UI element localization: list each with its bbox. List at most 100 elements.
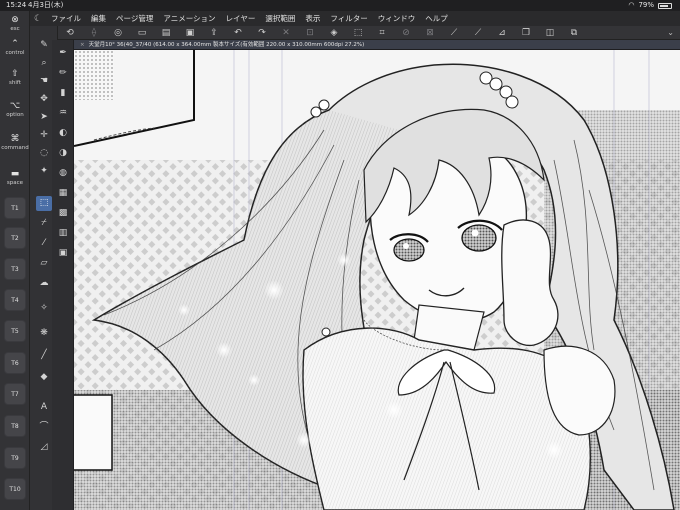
- status-bar: 15:24 4月3日(木) ◠ 79%: [0, 0, 680, 11]
- clear-icon[interactable]: ✕: [274, 28, 298, 38]
- shift-key[interactable]: ⇧ shift: [0, 69, 30, 86]
- deselect-icon[interactable]: ⊘: [394, 28, 418, 38]
- menu-edit[interactable]: 編集: [86, 13, 111, 24]
- esc-icon: ⊗: [11, 15, 19, 25]
- menu-bar: ☾ ファイル 編集 ページ管理 アニメーション レイヤー 選択範囲 表示 フィル…: [30, 11, 680, 26]
- zoom-tool-icon[interactable]: ⌕: [36, 56, 52, 71]
- balloon-tool-icon[interactable]: ⌒: [36, 420, 52, 435]
- option-key[interactable]: ⌥ option: [0, 101, 30, 118]
- layer-copy-icon[interactable]: ❐: [514, 28, 538, 38]
- tkey-t3[interactable]: T3: [4, 258, 26, 280]
- decoration-tool-icon[interactable]: ❋: [36, 326, 52, 341]
- layer-icon[interactable]: ◫: [538, 28, 562, 38]
- snap-icon[interactable]: ⊿: [490, 28, 514, 38]
- command-key[interactable]: ⌘ command: [0, 134, 30, 151]
- transform-icon[interactable]: ⊡: [298, 28, 322, 38]
- menu-animation[interactable]: アニメーション: [158, 13, 220, 24]
- menu-help[interactable]: ヘルプ: [420, 13, 453, 24]
- sub-pen-icon[interactable]: ✒: [55, 46, 71, 61]
- menu-layer[interactable]: レイヤー: [221, 13, 261, 24]
- blend-tool-icon[interactable]: ☁: [36, 276, 52, 291]
- eraser-tool-icon[interactable]: ▱: [36, 256, 52, 271]
- sub-screentone-icon[interactable]: ▩: [55, 206, 71, 221]
- export-icon[interactable]: ⇪: [202, 28, 226, 38]
- shift-icon: ⇧: [11, 69, 19, 79]
- fill-tool-icon[interactable]: ◆: [36, 370, 52, 385]
- tkey-t6[interactable]: T6: [4, 352, 26, 374]
- command-icon: ⌘: [10, 134, 20, 144]
- perspective-icon[interactable]: ⟋: [466, 28, 490, 38]
- fill-icon[interactable]: ◈: [322, 28, 346, 38]
- control-icon: ⌃: [11, 39, 19, 49]
- sub-pencil-icon[interactable]: ✏: [55, 66, 71, 81]
- new-file-icon[interactable]: ▭: [130, 28, 154, 38]
- tkey-t10[interactable]: T10: [4, 478, 26, 500]
- text-tool-icon[interactable]: A: [36, 400, 52, 415]
- tkey-t9[interactable]: T9: [4, 447, 26, 469]
- pen-tool-icon[interactable]: ✎: [36, 38, 52, 53]
- drawing-canvas[interactable]: [74, 50, 680, 510]
- space-key[interactable]: ▬ space: [0, 169, 30, 186]
- document-title: 天堂月10° 36(40_37/40 (614.00 x 364.00mm 製本…: [88, 42, 365, 48]
- tkey-t5[interactable]: T5: [4, 320, 26, 342]
- quick-access-icon[interactable]: ◎: [106, 28, 130, 38]
- menu-selection[interactable]: 選択範囲: [260, 13, 300, 24]
- operation-tool-icon[interactable]: ➤: [36, 110, 52, 125]
- invert-icon[interactable]: ⊠: [418, 28, 442, 38]
- undo-history-icon[interactable]: ⟲: [58, 28, 82, 38]
- menu-view[interactable]: 表示: [300, 13, 325, 24]
- menu-window[interactable]: ウィンドウ: [373, 13, 421, 24]
- magic-wand-icon[interactable]: ✦: [36, 164, 52, 179]
- battery-percent: 79%: [638, 1, 654, 9]
- crop-icon[interactable]: ⌗: [370, 28, 394, 38]
- sub-watercolor-icon[interactable]: ◑: [55, 146, 71, 161]
- lasso-tool-icon[interactable]: ◌: [36, 146, 52, 161]
- control-key[interactable]: ⌃ control: [0, 39, 30, 56]
- selection-tool-icon[interactable]: ⬚: [36, 196, 52, 211]
- wifi-icon: ◠: [628, 1, 635, 9]
- layer-move-icon[interactable]: ✛: [36, 128, 52, 143]
- esc-key[interactable]: ⊗ esc: [0, 15, 30, 32]
- sub-crayon-icon[interactable]: ◍: [55, 166, 71, 181]
- collapse-toolbar-icon[interactable]: ⌄: [667, 28, 674, 37]
- undo-icon[interactable]: ↶: [226, 28, 250, 38]
- menu-filter[interactable]: フィルター: [325, 13, 372, 24]
- line-tool-icon[interactable]: ╱: [36, 348, 52, 363]
- move-tool-icon[interactable]: ✥: [36, 92, 52, 107]
- app-menu-icon[interactable]: ☾: [30, 14, 46, 24]
- menu-file[interactable]: ファイル: [46, 13, 86, 24]
- sub-brush-icon[interactable]: ♒: [55, 106, 71, 121]
- redo-icon[interactable]: ↷: [250, 28, 274, 38]
- airbrush-tool-icon[interactable]: ✧: [36, 301, 52, 316]
- tkey-t7[interactable]: T7: [4, 383, 26, 405]
- brush-tool-icon[interactable]: ⁄: [36, 236, 52, 251]
- manga-artwork: [74, 50, 680, 510]
- sub-marker-icon[interactable]: ▮: [55, 86, 71, 101]
- close-tab-icon[interactable]: ×: [80, 42, 85, 48]
- menu-page[interactable]: ページ管理: [111, 13, 158, 24]
- layer-merge-icon[interactable]: ⧉: [562, 28, 586, 38]
- document-tab[interactable]: × 天堂月10° 36(40_37/40 (614.00 x 364.00mm 製…: [74, 40, 680, 50]
- frame-tool-icon[interactable]: ◿: [36, 440, 52, 455]
- selection-icon[interactable]: ⬚: [346, 28, 370, 38]
- save-icon[interactable]: ▣: [178, 28, 202, 38]
- modifier-panel: ⊗ esc ⌃ control ⇧ shift ⌥ option ⌘ comma…: [0, 11, 30, 510]
- option-icon: ⌥: [9, 101, 21, 111]
- sub-tone-icon[interactable]: ▦: [55, 186, 71, 201]
- ruler-icon[interactable]: ⟋: [442, 28, 466, 38]
- status-time: 15:24: [6, 1, 27, 9]
- hand-tool-icon[interactable]: ☚: [36, 74, 52, 89]
- status-date: 4月3日(木): [28, 1, 64, 9]
- nav-icon[interactable]: ⟠: [82, 28, 106, 38]
- sub-gradient-icon[interactable]: ▥: [55, 226, 71, 241]
- tkey-t2[interactable]: T2: [4, 227, 26, 249]
- tkey-t1[interactable]: T1: [4, 197, 26, 219]
- open-file-icon[interactable]: ▤: [154, 28, 178, 38]
- sub-ink-icon[interactable]: ◐: [55, 126, 71, 141]
- tkey-t4[interactable]: T4: [4, 289, 26, 311]
- sub-shape-icon[interactable]: ▣: [55, 246, 71, 261]
- eyedropper-tool-icon[interactable]: ⌿: [36, 216, 52, 231]
- tkey-t8[interactable]: T8: [4, 415, 26, 437]
- battery-icon: [658, 2, 672, 9]
- sub-tool-palette: ✒ ✏ ▮ ♒ ◐ ◑ ◍ ▦ ▩ ▥ ▣: [52, 40, 74, 510]
